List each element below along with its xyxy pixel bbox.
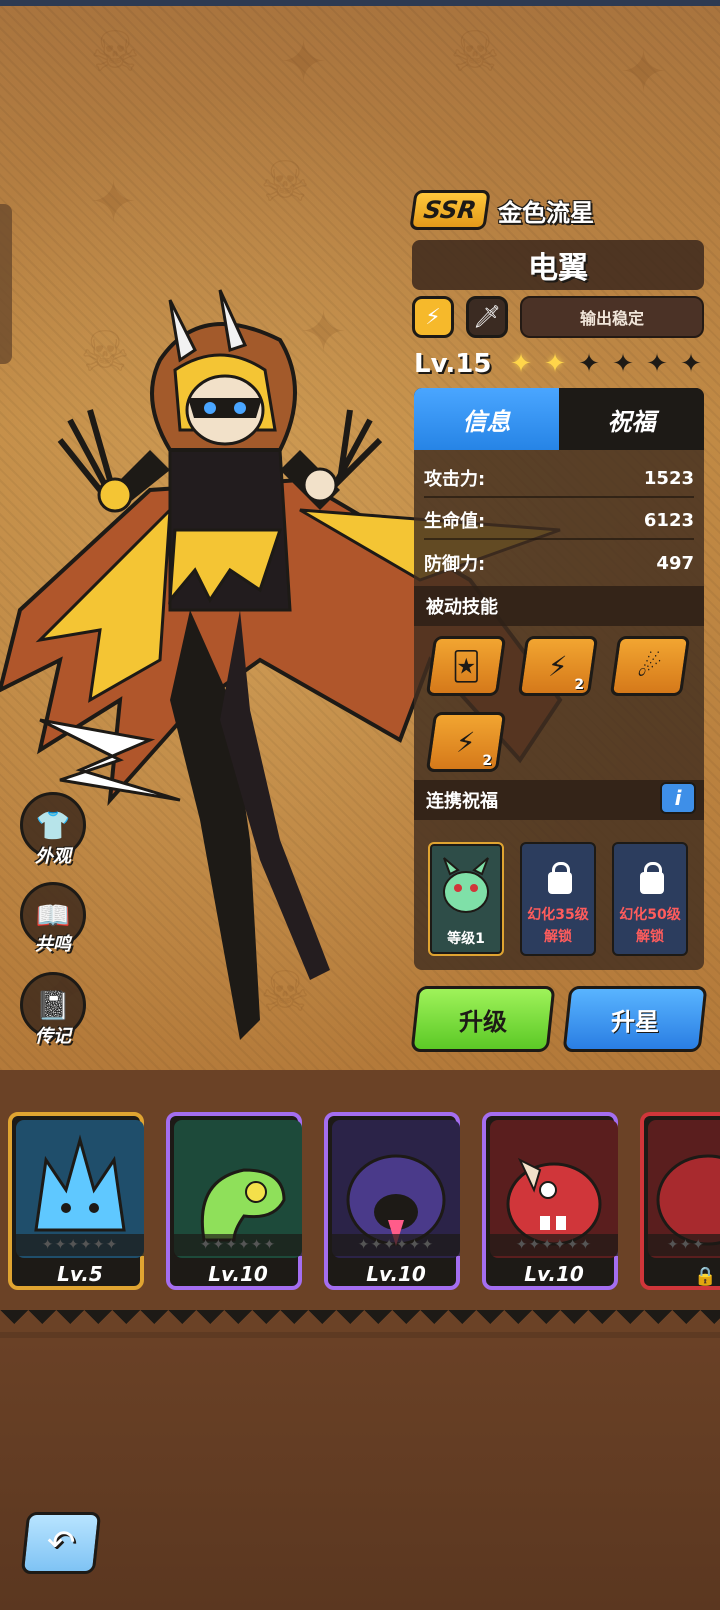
green-spirit-icon bbox=[443, 857, 489, 913]
star-filled-icon: ✦ bbox=[510, 349, 532, 379]
link-blessing-header: 连携祝福 i bbox=[414, 780, 704, 820]
unlock-label: 解锁 bbox=[636, 929, 664, 945]
stat-value: 1523 bbox=[643, 467, 694, 489]
tab-info[interactable]: 信息 bbox=[414, 388, 559, 450]
lock-icon: 🔒 bbox=[694, 1266, 717, 1287]
hero-star-row: ✦✦✦ bbox=[648, 1234, 720, 1256]
stat-label: 攻击力: bbox=[424, 469, 486, 490]
roster-hero-card[interactable]: ✦✦✦✦✦✦ Lv.5 bbox=[8, 1112, 144, 1290]
star-up-label: 升星 bbox=[611, 1007, 659, 1036]
passive-skills-header: 被动技能 bbox=[414, 586, 704, 626]
blessing-grade: 等级1 bbox=[447, 931, 485, 947]
hero-card-level: Lv.10 bbox=[208, 1262, 268, 1286]
hero-name: 电翼 bbox=[412, 240, 704, 290]
stat-hp: 生命值: 6123 bbox=[424, 502, 694, 540]
strip-divider bbox=[0, 1310, 720, 1338]
stat-value: 497 bbox=[656, 552, 694, 574]
hero-card-level: Lv.10 bbox=[524, 1262, 584, 1286]
stat-attack: 攻击力: 1523 bbox=[424, 460, 694, 498]
skill-dice-card-icon[interactable]: 🃏 bbox=[425, 636, 507, 696]
roster-hero-card-locked[interactable]: ✦✦✦ 🔒 bbox=[640, 1112, 720, 1290]
lock-icon bbox=[640, 862, 664, 894]
stat-defense: 防御力: 497 bbox=[424, 544, 694, 582]
star-empty-icon: ✦ bbox=[680, 349, 702, 379]
shirt-icon: 👕 bbox=[35, 808, 71, 842]
upgrade-label: 升级 bbox=[459, 1007, 507, 1036]
star-empty-icon: ✦ bbox=[612, 349, 634, 379]
book-icon: 📖 bbox=[35, 898, 71, 932]
upgrade-button[interactable]: 升级 bbox=[410, 986, 556, 1052]
hero-star-row: ✦✦✦✦✦✦ bbox=[174, 1234, 302, 1256]
hero-star-row: ✦✦✦✦✦✦ bbox=[332, 1234, 460, 1256]
skill-fireball-icon[interactable]: ☄ bbox=[609, 636, 691, 696]
lock-icon bbox=[548, 862, 572, 894]
top-border bbox=[0, 0, 720, 6]
stat-label: 生命值: bbox=[424, 511, 486, 532]
roster-hero-card[interactable]: ✦✦✦✦✦✦ Lv.10 bbox=[324, 1112, 460, 1290]
hero-card-level: Lv.5 bbox=[57, 1262, 103, 1286]
star-empty-icon: ✦ bbox=[578, 349, 600, 379]
bottom-background bbox=[0, 1338, 720, 1610]
panel-tabs: 信息 祝福 bbox=[414, 388, 704, 450]
roster-hero-card[interactable]: ✦✦✦✦✦✦ Lv.10 bbox=[482, 1112, 618, 1290]
link-blessing-label: 连携祝福 bbox=[426, 791, 498, 812]
biography-label: 传记 bbox=[35, 1026, 71, 1047]
blessing-card-unlocked[interactable]: 等级1 bbox=[428, 842, 504, 956]
resonance-label: 共鸣 bbox=[35, 934, 71, 955]
blessing-card-locked[interactable]: 幻化35级 解锁 bbox=[520, 842, 596, 956]
hero-card-level: Lv.10 bbox=[366, 1262, 426, 1286]
blessing-card-locked[interactable]: 幻化50级 解锁 bbox=[612, 842, 688, 956]
stat-label: 防御力: bbox=[424, 554, 486, 575]
electric-element-icon[interactable]: ⚡ bbox=[412, 296, 454, 338]
journal-icon: 📓 bbox=[35, 988, 71, 1022]
hero-star-row: ✦✦✦✦✦✦ bbox=[490, 1234, 618, 1256]
unlock-condition: 幻化50级 bbox=[619, 907, 681, 923]
unlock-label: 解锁 bbox=[544, 929, 572, 945]
unlock-condition: 幻化35级 bbox=[527, 907, 589, 923]
appearance-label: 外观 bbox=[35, 846, 71, 867]
skill-triple-lightning-icon[interactable]: ⚡ 2 bbox=[425, 712, 507, 772]
stat-value: 6123 bbox=[643, 509, 694, 531]
sword-class-icon[interactable]: 🗡 bbox=[466, 296, 508, 338]
star-empty-icon: ✦ bbox=[646, 349, 668, 379]
star-filled-icon: ✦ bbox=[544, 349, 566, 379]
role-tag: 输出稳定 bbox=[520, 296, 704, 338]
rarity-name: 金色流星 bbox=[498, 198, 594, 227]
roster-hero-card[interactable]: ✦✦✦✦✦✦ Lv.10 bbox=[166, 1112, 302, 1290]
skill-lightning-card-icon[interactable]: ⚡ 2 bbox=[517, 636, 599, 696]
star-rating: ✦ ✦ ✦ ✦ ✦ ✦ bbox=[506, 346, 706, 382]
rarity-badge: SSR bbox=[409, 190, 491, 230]
hero-star-row: ✦✦✦✦✦✦ bbox=[16, 1234, 144, 1256]
hero-level: Lv.15 bbox=[414, 349, 492, 379]
star-up-button[interactable]: 升星 bbox=[562, 986, 708, 1052]
tab-blessing[interactable]: 祝福 bbox=[559, 388, 704, 450]
back-arrow-icon[interactable]: ↶ bbox=[20, 1512, 102, 1574]
blessing-info-button[interactable]: i bbox=[660, 782, 696, 814]
hero-info-panel: 信息 祝福 攻击力: 1523 生命值: 6123 防御力: 497 被动技能 … bbox=[414, 388, 704, 970]
